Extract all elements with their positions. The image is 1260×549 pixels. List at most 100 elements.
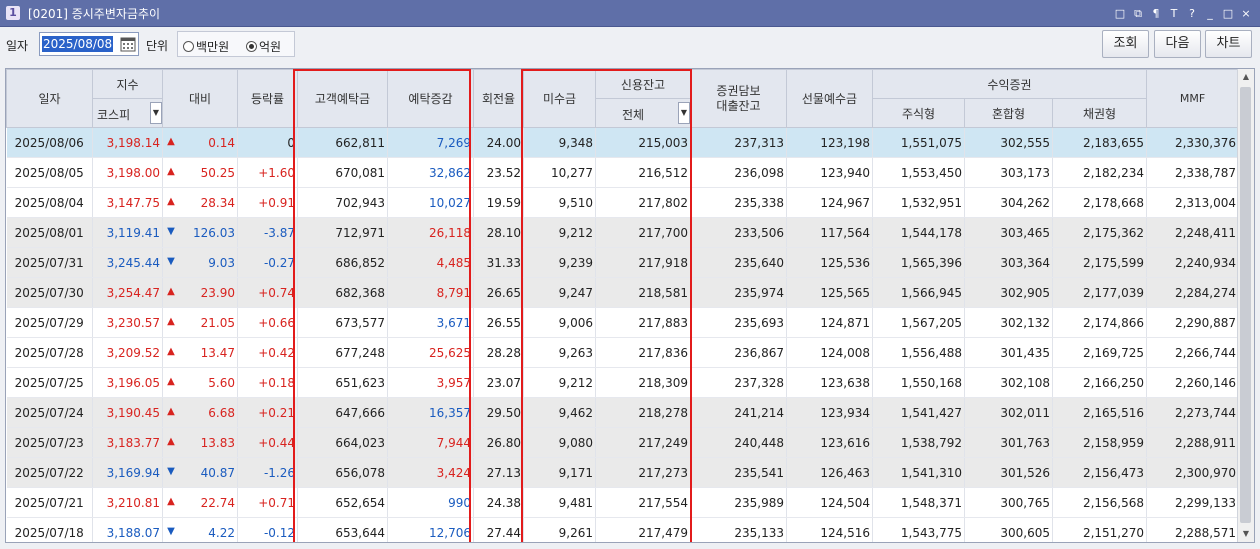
table-row[interactable]: 2025/07/22 3,169.94 ▼ 40.87 -1.26 656,078 3,42… <box>6 457 1240 488</box>
date-input[interactable]: 2025/08/08 <box>39 32 139 56</box>
col-change[interactable]: 대비 <box>162 69 238 128</box>
up-triangle-icon: ▲ <box>167 375 175 387</box>
calendar-icon[interactable] <box>119 35 137 53</box>
index-select[interactable]: 코스피 ▼ <box>92 98 163 128</box>
table-row[interactable]: 2025/07/31 3,245.44 ▼ 9.03 -0.27 686,852 4,485… <box>6 247 1240 278</box>
col-mixed[interactable]: 혼합형 <box>964 98 1053 128</box>
dropdown-arrow-icon[interactable]: ▼ <box>150 102 162 124</box>
cell-date: 2025/07/30 <box>6 277 93 308</box>
cell-mmf: 2,240,934 <box>1146 247 1240 278</box>
cell-credit: 217,700 <box>595 217 691 248</box>
table-row[interactable]: 2025/07/18 3,188.07 ▼ 4.22 -0.12 653,644 12,70… <box>6 517 1240 542</box>
col-receivable[interactable]: 미수금 <box>523 69 596 128</box>
cell-mmf: 2,313,004 <box>1146 187 1240 218</box>
chart-button[interactable]: 차트 <box>1205 30 1252 58</box>
table-row[interactable]: 2025/08/06 3,198.14 ▲ 0.14 0 662,811 7,269 24.0… <box>6 127 1240 158</box>
date-value[interactable]: 2025/08/08 <box>42 36 114 52</box>
cell-mmf: 2,290,887 <box>1146 307 1240 338</box>
link-icon[interactable]: □ <box>1112 7 1128 20</box>
cell-mmf: 2,338,787 <box>1146 157 1240 188</box>
cell-futures: 124,871 <box>786 307 873 338</box>
col-deposit-change[interactable]: 예탁증감 <box>387 69 474 128</box>
credit-select[interactable]: 전체 ▼ <box>595 98 691 128</box>
window-titlebar[interactable]: 1 [0201] 증시주변자금추이 □ ⧉ ¶ T ? _ □ × <box>0 0 1260 27</box>
col-mmf[interactable]: MMF <box>1146 69 1240 128</box>
minimize-icon[interactable]: _ <box>1202 7 1218 20</box>
up-triangle-icon: ▲ <box>167 495 175 507</box>
cell-rate: +0.44 <box>237 427 298 458</box>
copy-icon[interactable]: ⧉ <box>1130 7 1146 21</box>
col-futures[interactable]: 선물예수금 <box>786 69 873 128</box>
table-row[interactable]: 2025/07/25 3,196.05 ▲ 5.60 +0.18 651,623 3,957… <box>6 367 1240 398</box>
col-index[interactable]: 지수 <box>92 69 163 99</box>
cell-deposit-change: 12,706 <box>387 517 474 542</box>
cell-credit: 217,554 <box>595 487 691 518</box>
unit-radio-million[interactable]: 백만원 <box>183 38 229 55</box>
cell-deposit: 653,644 <box>297 517 388 542</box>
unit-radio-group: 백만원 억원 <box>177 31 295 57</box>
scroll-down-icon[interactable]: ▼ <box>1238 526 1254 542</box>
cell-receivable: 9,348 <box>523 127 596 158</box>
cell-loan: 240,448 <box>690 427 787 458</box>
table-row[interactable]: 2025/07/21 3,210.81 ▲ 22.74 +0.71 652,654 990 2… <box>6 487 1240 518</box>
cell-mixed: 302,011 <box>964 397 1053 428</box>
table-row[interactable]: 2025/07/30 3,254.47 ▲ 23.90 +0.74 682,368 8,79… <box>6 277 1240 308</box>
cell-index: 3,198.00 <box>92 157 163 188</box>
scroll-thumb[interactable] <box>1240 87 1251 523</box>
next-button[interactable]: 다음 <box>1154 30 1201 58</box>
cell-mmf: 2,266,744 <box>1146 337 1240 368</box>
cell-mmf: 2,300,970 <box>1146 457 1240 488</box>
font-icon[interactable]: T <box>1166 7 1182 20</box>
cell-deposit: 662,811 <box>297 127 388 158</box>
col-deposit[interactable]: 고객예탁금 <box>297 69 388 128</box>
vertical-scrollbar[interactable]: ▲ ▼ <box>1237 69 1254 542</box>
table-row[interactable]: 2025/07/24 3,190.45 ▲ 6.68 +0.21 647,666 16,35… <box>6 397 1240 428</box>
cell-loan: 237,328 <box>690 367 787 398</box>
cell-deposit-change: 4,485 <box>387 247 474 278</box>
cell-date: 2025/07/24 <box>6 397 93 428</box>
scroll-up-icon[interactable]: ▲ <box>1238 69 1254 85</box>
col-loan[interactable]: 증권담보 대출잔고 <box>690 69 787 128</box>
cell-deposit-change: 3,424 <box>387 457 474 488</box>
cell-date: 2025/08/04 <box>6 187 93 218</box>
maximize-icon[interactable]: □ <box>1220 7 1236 20</box>
cell-credit: 217,802 <box>595 187 691 218</box>
cell-deposit-change: 990 <box>387 487 474 518</box>
cell-date: 2025/07/23 <box>6 427 93 458</box>
col-date[interactable]: 일자 <box>6 69 93 128</box>
cell-turnover: 23.07 <box>473 367 524 398</box>
search-button[interactable]: 조회 <box>1102 30 1149 58</box>
col-rate[interactable]: 등락률 <box>237 69 298 128</box>
table-row[interactable]: 2025/08/05 3,198.00 ▲ 50.25 +1.60 670,081 32,8… <box>6 157 1240 188</box>
fund-trend-table: 일자 지수 대비 등락률 고객예탁금 예탁증감 회전율 미수금 신용잔고 증권담… <box>6 69 1240 542</box>
close-icon[interactable]: × <box>1238 7 1254 20</box>
col-turnover[interactable]: 회전율 <box>473 69 524 128</box>
help-icon[interactable]: ? <box>1184 7 1200 20</box>
cell-deposit: 670,081 <box>297 157 388 188</box>
cell-stock: 1,544,178 <box>872 217 965 248</box>
col-bond[interactable]: 채권형 <box>1051 98 1148 128</box>
window-number-badge: 1 <box>6 6 20 20</box>
cell-stock: 1,550,168 <box>872 367 965 398</box>
cell-credit: 217,883 <box>595 307 691 338</box>
cell-receivable: 9,212 <box>523 367 596 398</box>
cell-rate: +0.71 <box>237 487 298 518</box>
table-row[interactable]: 2025/08/04 3,147.75 ▲ 28.34 +0.91 702,943 10,0… <box>6 187 1240 218</box>
table-row[interactable]: 2025/07/23 3,183.77 ▲ 13.83 +0.44 664,023 7,94… <box>6 427 1240 458</box>
cell-mixed: 303,364 <box>964 247 1053 278</box>
dropdown-arrow-icon[interactable]: ▼ <box>678 102 690 124</box>
cell-bond: 2,158,959 <box>1052 427 1148 458</box>
cell-credit: 218,581 <box>595 277 691 308</box>
table-row[interactable]: 2025/08/01 3,119.41 ▼ 126.03 -3.87 712,971 26,… <box>6 217 1240 248</box>
pin-icon[interactable]: ¶ <box>1148 7 1164 20</box>
unit-radio-100million[interactable]: 억원 <box>246 38 281 55</box>
col-stock[interactable]: 주식형 <box>872 98 965 128</box>
cell-receivable: 9,462 <box>523 397 596 428</box>
cell-deposit-change: 7,269 <box>387 127 474 158</box>
table-row[interactable]: 2025/07/28 3,209.52 ▲ 13.47 +0.42 677,248 25,6… <box>6 337 1240 368</box>
table-row[interactable]: 2025/07/29 3,230.57 ▲ 21.05 +0.66 673,577 3,67… <box>6 307 1240 338</box>
cell-index: 3,147.75 <box>92 187 163 218</box>
col-credit[interactable]: 신용잔고 <box>595 69 691 99</box>
cell-credit: 217,249 <box>595 427 691 458</box>
cell-change: ▼ 40.87 <box>162 457 238 488</box>
